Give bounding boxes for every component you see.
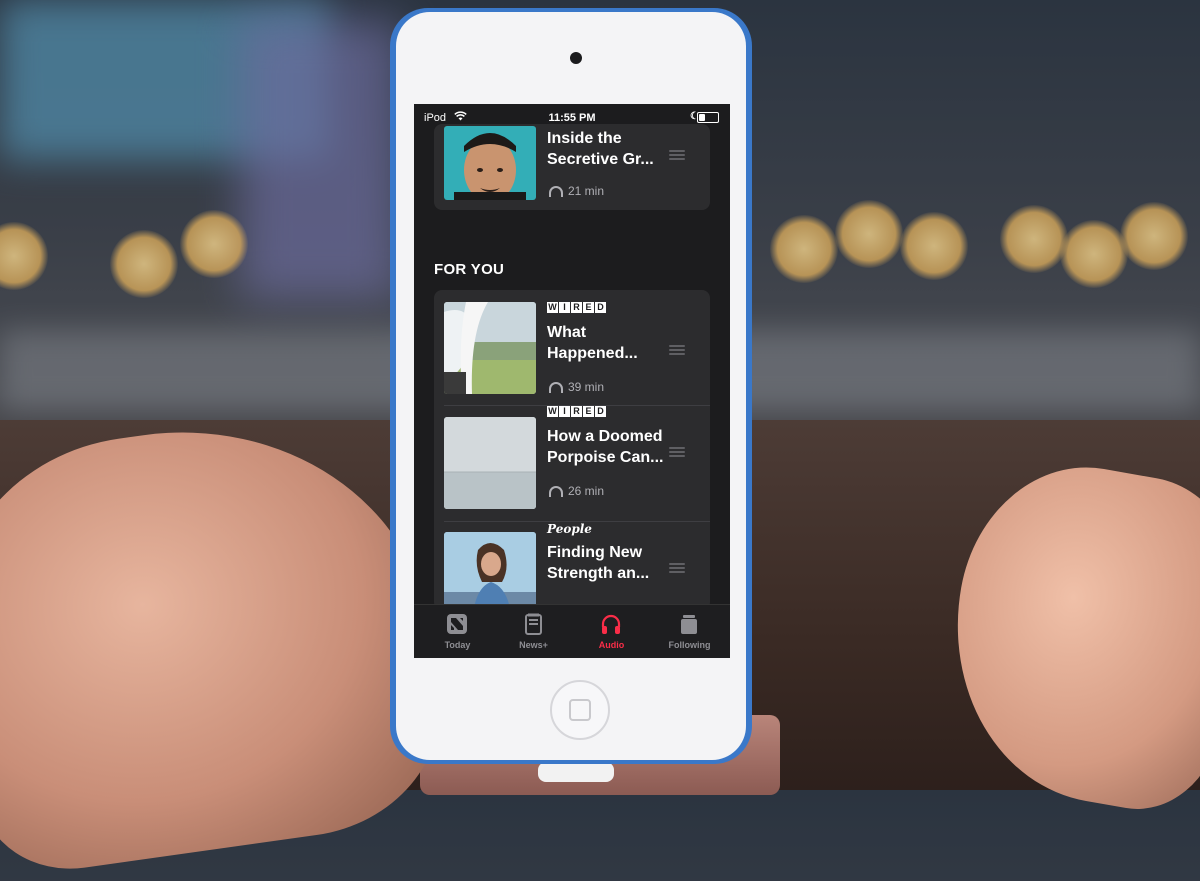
publisher-logo-wired: WIRED [547,302,606,313]
episode-title-line: Finding New [547,544,643,561]
episode-title-line: Secretive Gr... [547,151,654,168]
device-screen: iPod 11:55 PM ☾ Inside the Secretive Gr.… [414,104,730,658]
episode-duration: 26 min [549,484,604,498]
episode-title: Finding New Strength an... [547,542,649,584]
news-logo-icon [446,613,468,635]
tab-following[interactable]: Following [650,605,729,658]
background-monitor-glow [240,20,400,300]
headphones-icon [549,485,563,497]
bokeh-light [110,230,178,298]
tab-label: Following [668,640,711,650]
headphones-icon [549,185,563,197]
news-plus-icon [522,613,544,635]
episode-title: How a Doomed Porpoise Can... [547,426,663,468]
episode-title: What Happened... [547,322,638,364]
publisher-logo-wired: WIRED [547,406,606,417]
episode-duration: 21 min [549,184,604,198]
battery-icon [697,112,719,123]
duration-label: 26 min [568,484,605,498]
home-button-icon [569,699,591,721]
duration-label: 39 min [568,380,605,394]
episode-title-line: Inside the [547,130,622,147]
section-title: FOR YOU [434,261,505,278]
bokeh-light [0,222,48,290]
drag-handle-icon[interactable] [669,345,685,357]
episode-title-line: How a Doomed [547,428,663,445]
list-item[interactable]: WIRED What Happened... 39 min [434,290,710,405]
front-camera [570,52,582,64]
tab-label: News+ [519,640,548,650]
bokeh-light [1120,202,1188,270]
headphones-icon [549,381,563,393]
drag-handle-icon[interactable] [669,447,685,459]
tab-news-plus[interactable]: News+ [494,605,573,658]
episode-title-line: Happened... [547,345,638,362]
bokeh-light [1000,205,1068,273]
bokeh-light [835,200,903,268]
for-you-list: WIRED What Happened... 39 min WIRED How … [434,290,710,624]
drag-handle-icon[interactable] [669,563,685,575]
episode-artwork [444,417,536,509]
episode-title-line: What [547,324,587,341]
tab-audio[interactable]: Audio [572,605,651,658]
publisher-logo-people: People [547,522,592,536]
episode-duration: 39 min [549,380,604,394]
tab-label: Today [444,640,471,650]
drag-handle-icon[interactable] [669,150,685,162]
duration-label: 21 min [568,184,605,198]
tab-bar: Today News+ Audio Following [414,604,730,658]
tab-today[interactable]: Today [418,605,497,658]
episode-artwork [444,126,536,200]
list-item[interactable]: WIRED How a Doomed Porpoise Can... 26 mi… [434,406,710,521]
headphones-icon [600,613,622,635]
episode-title: Inside the Secretive Gr... [547,128,654,170]
battery-level [699,114,705,121]
list-item[interactable]: Inside the Secretive Gr... 21 min [434,124,710,210]
episode-title-line: Porpoise Can... [547,449,664,466]
status-time: 11:55 PM [548,112,596,124]
bokeh-light [180,210,248,278]
home-button[interactable] [550,680,610,740]
bokeh-light [900,212,968,280]
tab-label: Audio [598,640,625,650]
episode-artwork [444,302,536,394]
following-icon [678,613,700,635]
bokeh-light [770,215,838,283]
bokeh-light [1060,220,1128,288]
episode-title-line: Strength an... [547,565,650,582]
dock-connector [538,762,614,782]
